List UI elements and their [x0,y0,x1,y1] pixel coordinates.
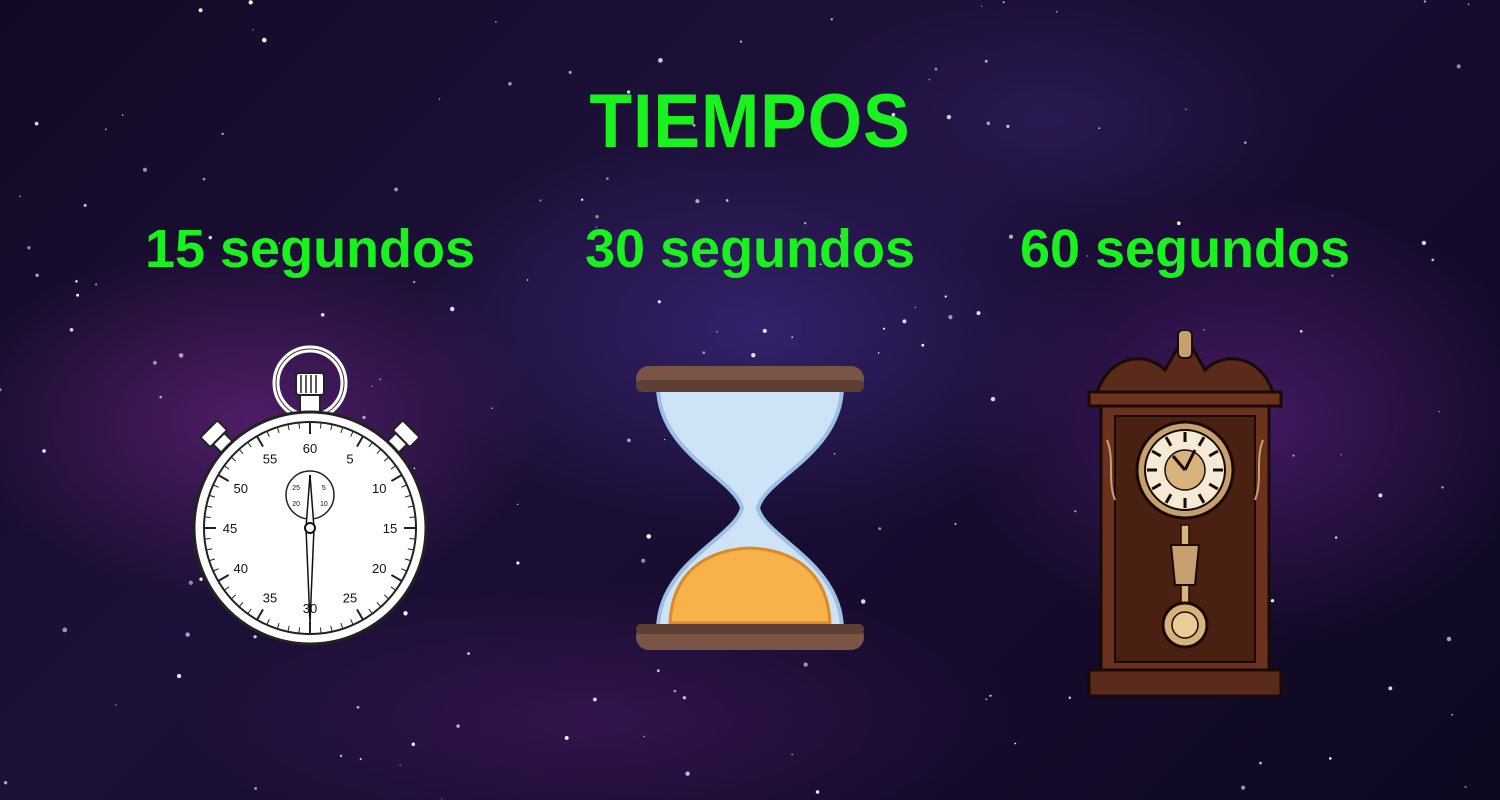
stopwatch-dial-number: 20 [372,561,386,576]
star [815,790,820,794]
stopwatch-dial-number: 5 [346,452,353,467]
star [142,167,148,172]
star [441,798,443,800]
star [725,199,729,202]
stopwatch-dial-number: 45 [223,521,237,536]
star [27,246,31,250]
star [1421,240,1427,246]
star [1451,713,1454,716]
stopwatch-subdial-number: 20 [292,501,300,508]
star [202,177,206,181]
star [1446,636,1452,642]
star [539,199,542,202]
star [394,187,399,192]
stopwatch-dial-number: 40 [233,561,247,576]
star [568,70,572,74]
hourglass-icon[interactable] [540,358,960,663]
star [1055,10,1058,13]
stopwatch-subdial-number: 10 [320,501,328,508]
star [34,121,39,126]
stopwatch-dial-number: 35 [263,590,277,605]
star [76,293,80,297]
star [658,58,663,63]
star [1438,410,1440,413]
stopwatch-dial-number: 25 [343,590,357,605]
option-15-seconds[interactable]: 15 segundos 60 5 10 15 20 25 35 40 45 50… [100,218,520,778]
star [526,279,529,281]
option-label: 60 segundos [1019,219,1351,279]
option-30-seconds[interactable]: 30 segundos [540,218,960,778]
stopwatch-subdial-number: 25 [292,485,300,492]
star [19,195,22,198]
star [1441,486,1444,489]
stopwatch-icon[interactable]: 60510152025303540455055 510152025 [100,343,520,653]
star [75,280,78,283]
star [35,273,39,277]
star [984,59,988,63]
star [1423,0,1427,3]
star [1002,1,1005,4]
star [1464,785,1467,788]
star [254,787,257,790]
star [3,780,8,785]
page-title: TIEMPOS [589,79,911,164]
star [739,40,743,43]
pendulum-clock-icon[interactable] [975,330,1395,705]
star [62,627,68,633]
star [695,199,700,204]
stopwatch-dial-number: 10 [372,481,386,496]
star [69,327,74,332]
star [262,37,267,43]
star [606,177,609,180]
star [248,0,253,5]
star [1431,258,1435,262]
option-label: 15 segundos [144,219,476,279]
star [1456,64,1461,69]
stopwatch-dial-number: 15 [383,521,397,536]
star [198,8,203,13]
stopwatch-subdial-number: 5 [322,485,326,492]
star [252,29,254,31]
star [1467,3,1470,5]
stopwatch-dial-number: 55 [263,452,277,467]
option-label: 30 segundos [584,219,916,279]
star [830,18,833,21]
star [980,5,983,7]
star [934,67,938,71]
star [83,203,87,207]
stopwatch-dial-number: 60 [303,441,317,456]
star [495,21,497,23]
star [42,449,46,453]
option-60-seconds[interactable]: 60 segundos [975,218,1395,778]
stopwatch-dial-number: 50 [233,481,247,496]
star [581,198,584,201]
star [1241,785,1246,790]
star [95,283,98,286]
star [0,388,2,392]
